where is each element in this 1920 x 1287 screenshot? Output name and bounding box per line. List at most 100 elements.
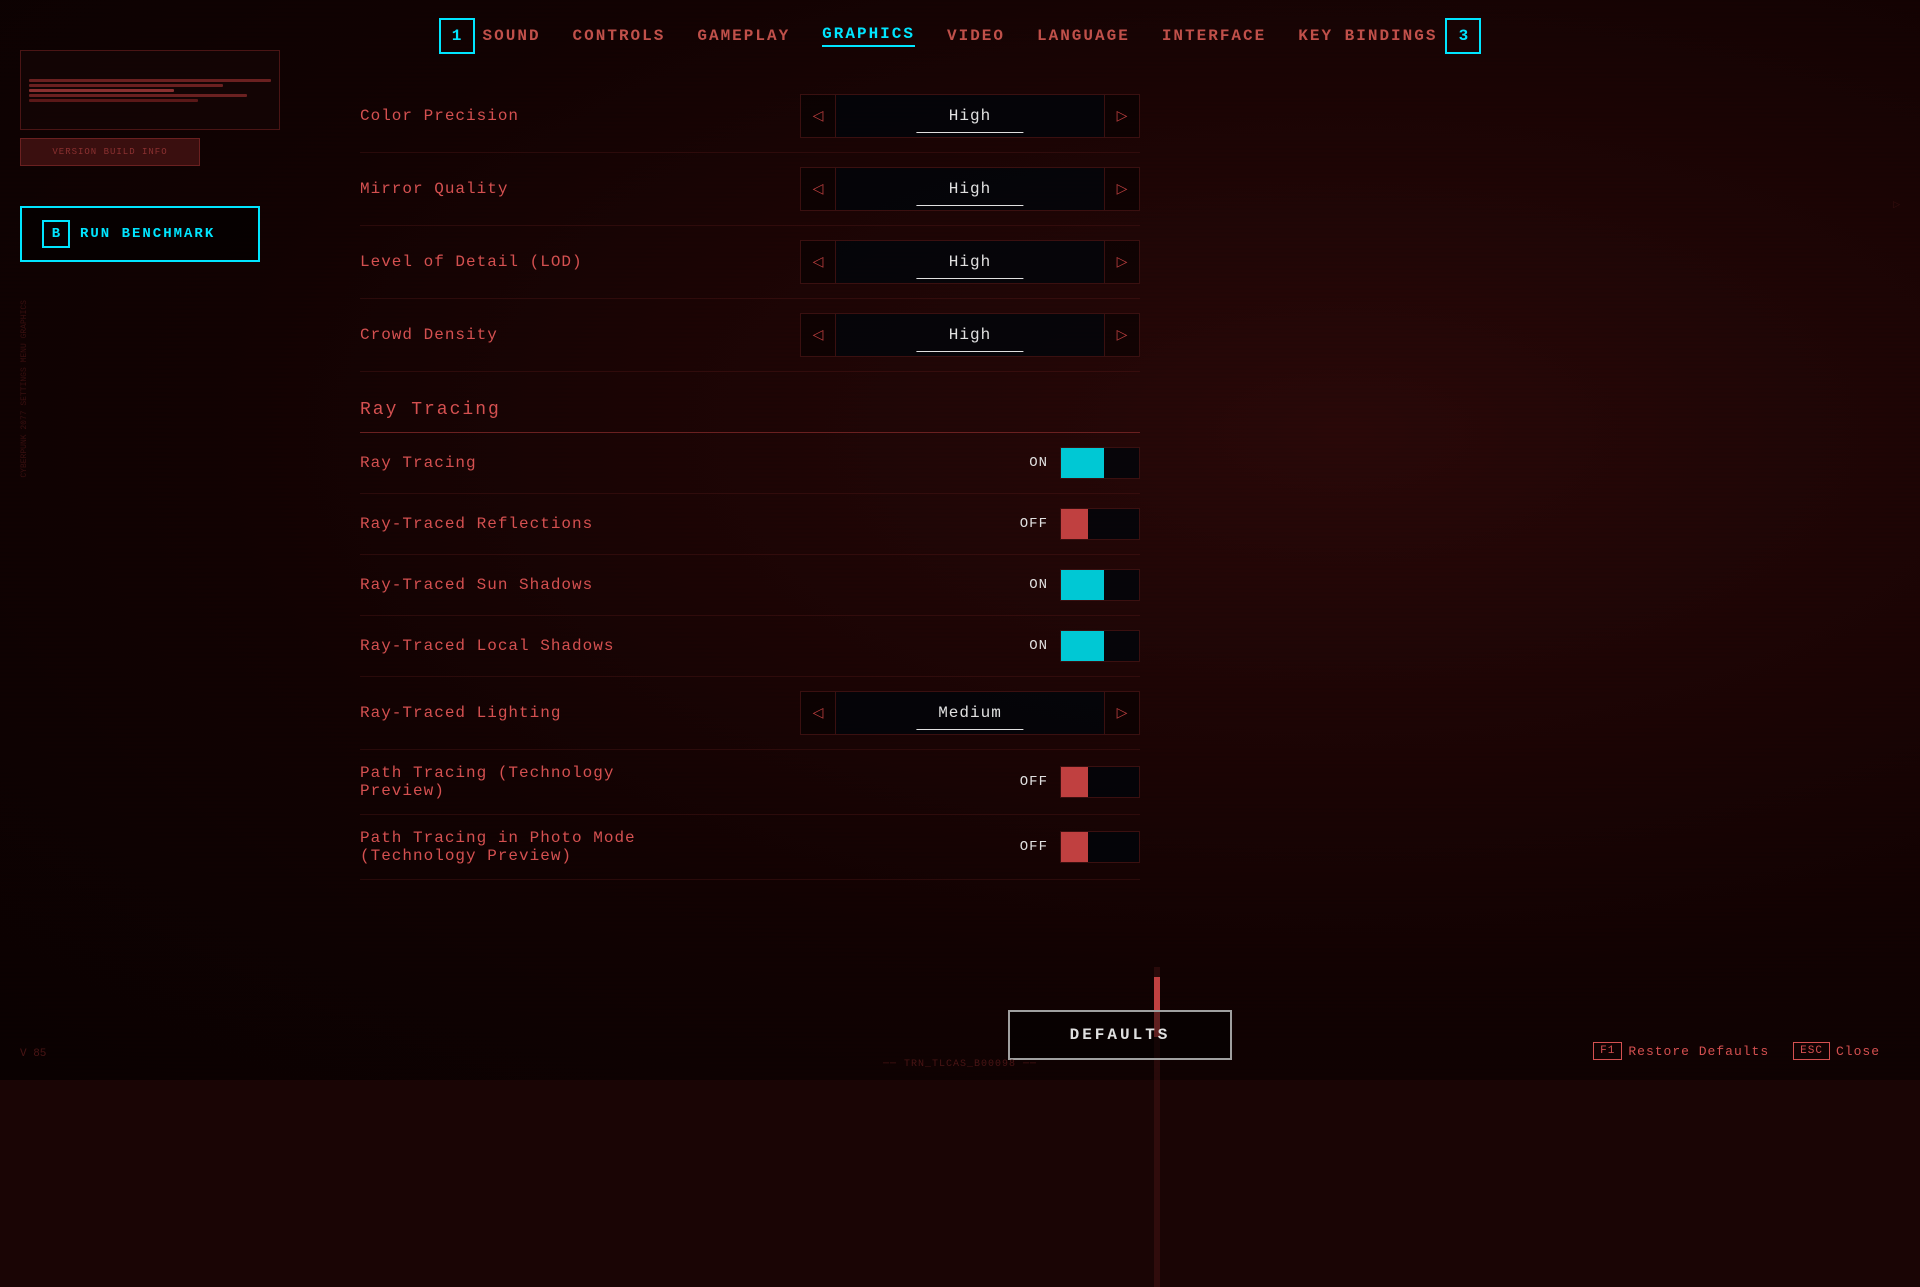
color-precision-control: ◁ High ▷	[800, 94, 1140, 138]
rt-lighting-right[interactable]: ▷	[1104, 691, 1140, 735]
rt-reflections-row: Ray-Traced Reflections OFF	[360, 494, 1140, 555]
build-info: ── TRN_TLCAS_B00098 ──	[883, 1059, 1037, 1070]
crowd-density-row: Crowd Density ◁ High ▷	[360, 299, 1140, 372]
restore-label: Restore Defaults	[1628, 1044, 1769, 1059]
bottom-hints: F1 Restore Defaults ESC Close	[1593, 1042, 1880, 1060]
path-tracing-control: OFF	[800, 766, 1140, 798]
crowd-density-right[interactable]: ▷	[1104, 313, 1140, 357]
nav-gameplay[interactable]: GAMEPLAY	[697, 27, 790, 45]
mirror-quality-right[interactable]: ▷	[1104, 167, 1140, 211]
defaults-button[interactable]: DEFAULTS	[1008, 1010, 1233, 1060]
lod-row: Level of Detail (LOD) ◁ High ▷	[360, 226, 1140, 299]
rt-local-shadows-label: Ray-Traced Local Shadows	[360, 637, 680, 655]
right-deco-arrow: ▷	[1893, 200, 1900, 210]
right-decoration: ▷	[1893, 200, 1900, 210]
ray-tracing-section: Ray Tracing	[360, 380, 1140, 433]
rt-reflections-toggle[interactable]	[1060, 508, 1140, 540]
main-content: Color Precision ◁ High ▷ Mirror Quality …	[360, 80, 1880, 1000]
ray-tracing-label: Ray Tracing	[360, 454, 680, 472]
nav-interface[interactable]: INTERFACE	[1162, 27, 1266, 45]
rt-sun-shadows-state: ON	[1012, 577, 1048, 593]
crowd-density-label: Crowd Density	[360, 326, 680, 344]
path-tracing-row: Path Tracing (Technology Preview) OFF	[360, 750, 1140, 815]
ray-tracing-toggle[interactable]	[1060, 447, 1140, 479]
rt-lighting-value: Medium	[836, 691, 1104, 735]
color-precision-left[interactable]: ◁	[800, 94, 836, 138]
nav-keybindings[interactable]: KEY BINDINGS	[1298, 27, 1437, 45]
benchmark-label: RUN BENCHMARK	[80, 226, 215, 242]
crowd-density-value: High	[836, 313, 1104, 357]
rt-local-shadows-state: ON	[1012, 638, 1048, 654]
rt-sun-shadows-row: Ray-Traced Sun Shadows ON	[360, 555, 1140, 616]
rt-reflections-label: Ray-Traced Reflections	[360, 515, 680, 533]
version-info: V 85	[20, 1048, 46, 1060]
mirror-quality-left[interactable]: ◁	[800, 167, 836, 211]
mirror-quality-control: ◁ High ▷	[800, 167, 1140, 211]
rt-lighting-left[interactable]: ◁	[800, 691, 836, 735]
lod-control: ◁ High ▷	[800, 240, 1140, 284]
build-suffix: ──	[1023, 1059, 1037, 1070]
mirror-quality-label: Mirror Quality	[360, 180, 680, 198]
build-prefix: ──	[883, 1059, 904, 1070]
logo-line-3	[29, 89, 174, 92]
nav-badge-right: 3	[1445, 18, 1481, 54]
lod-label: Level of Detail (LOD)	[360, 253, 680, 271]
lod-right[interactable]: ▷	[1104, 240, 1140, 284]
ray-tracing-title: Ray Tracing	[360, 400, 501, 420]
color-precision-right[interactable]: ▷	[1104, 94, 1140, 138]
rt-lighting-row: Ray-Traced Lighting ◁ Medium ▷	[360, 677, 1140, 750]
path-tracing-state: OFF	[1012, 774, 1048, 790]
rt-sun-shadows-control: ON	[800, 569, 1140, 601]
mirror-quality-row: Mirror Quality ◁ High ▷	[360, 153, 1140, 226]
nav-graphics[interactable]: GRAPHICS	[822, 25, 915, 47]
rt-lighting-label: Ray-Traced Lighting	[360, 704, 680, 722]
lod-value: High	[836, 240, 1104, 284]
nav-video[interactable]: VIDEO	[947, 27, 1005, 45]
version-text: VERSION BUILD INFO	[52, 147, 167, 157]
nav-sound[interactable]: SOUND	[483, 27, 541, 45]
path-tracing-photo-toggle[interactable]	[1060, 831, 1140, 863]
nav-badge-left: 1	[439, 18, 475, 54]
color-precision-row: Color Precision ◁ High ▷	[360, 80, 1140, 153]
game-logo	[20, 50, 280, 130]
build-text: TRN_TLCAS_B00098	[904, 1059, 1016, 1070]
deco-text: CYBERPUNK 2077 SETTINGS MENU GRAPHICS	[20, 300, 29, 478]
close-hint: ESC Close	[1793, 1042, 1880, 1060]
logo-line-1	[29, 79, 271, 82]
rt-reflections-state: OFF	[1012, 516, 1048, 532]
nav-controls[interactable]: CONTROLS	[573, 27, 666, 45]
logo-line-5	[29, 99, 198, 102]
lod-left[interactable]: ◁	[800, 240, 836, 284]
path-tracing-label: Path Tracing (Technology Preview)	[360, 764, 680, 800]
path-tracing-photo-label: Path Tracing in Photo Mode (Technology P…	[360, 829, 680, 865]
left-decoration: CYBERPUNK 2077 SETTINGS MENU GRAPHICS	[20, 300, 34, 800]
color-precision-value: High	[836, 94, 1104, 138]
version-badge: VERSION BUILD INFO	[20, 138, 200, 166]
rt-local-shadows-toggle[interactable]	[1060, 630, 1140, 662]
path-tracing-toggle[interactable]	[1060, 766, 1140, 798]
benchmark-button[interactable]: B RUN BENCHMARK	[20, 206, 260, 262]
nav-language[interactable]: LANGUAGE	[1037, 27, 1130, 45]
rt-sun-shadows-toggle[interactable]	[1060, 569, 1140, 601]
nav-items: SOUND CONTROLS GAMEPLAY GRAPHICS VIDEO L…	[483, 25, 1438, 47]
ray-tracing-row: Ray Tracing ON	[360, 433, 1140, 494]
restore-key: F1	[1593, 1042, 1622, 1060]
settings-container: Color Precision ◁ High ▷ Mirror Quality …	[360, 80, 1140, 880]
logo-line-4	[29, 94, 247, 97]
close-label: Close	[1836, 1044, 1880, 1059]
mirror-quality-value: High	[836, 167, 1104, 211]
rt-sun-shadows-label: Ray-Traced Sun Shadows	[360, 576, 680, 594]
crowd-density-control: ◁ High ▷	[800, 313, 1140, 357]
crowd-density-left[interactable]: ◁	[800, 313, 836, 357]
color-precision-label: Color Precision	[360, 107, 680, 125]
path-tracing-photo-state: OFF	[1012, 839, 1048, 855]
logo-line-2	[29, 84, 223, 87]
close-key: ESC	[1793, 1042, 1830, 1060]
restore-defaults-hint: F1 Restore Defaults	[1593, 1042, 1769, 1060]
path-tracing-photo-row: Path Tracing in Photo Mode (Technology P…	[360, 815, 1140, 880]
rt-lighting-control: ◁ Medium ▷	[800, 691, 1140, 735]
benchmark-key: B	[42, 220, 70, 248]
rt-local-shadows-control: ON	[800, 630, 1140, 662]
left-panel: VERSION BUILD INFO B RUN BENCHMARK	[20, 50, 340, 262]
path-tracing-photo-control: OFF	[800, 831, 1140, 863]
